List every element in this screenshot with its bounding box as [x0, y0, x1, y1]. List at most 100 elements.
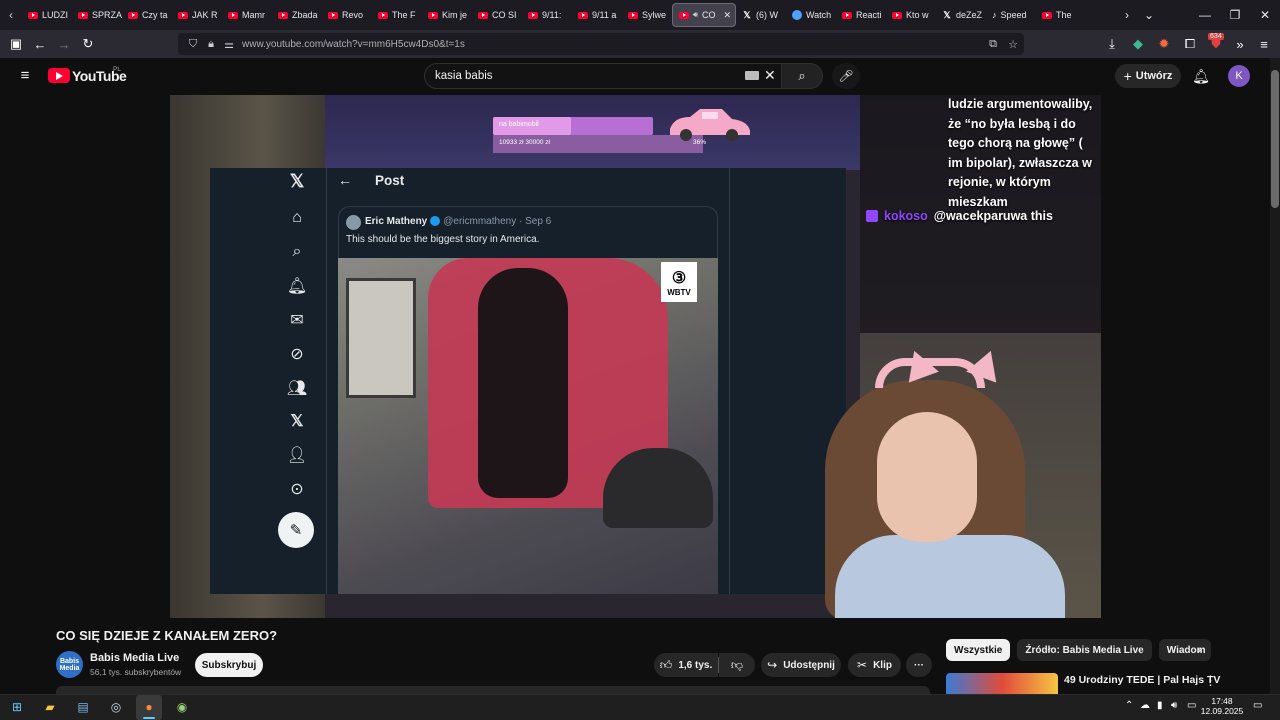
- speaker-icon[interactable]: 🔊︎: [1171, 700, 1177, 711]
- share-button[interactable]: ↪ Udostępnij: [761, 653, 841, 677]
- browser-tab[interactable]: 𝕏 (6) W: [736, 0, 786, 30]
- notification-center-icon[interactable]: ▭: [1253, 700, 1262, 711]
- x-author-name[interactable]: Eric Matheny: [365, 216, 427, 227]
- create-button[interactable]: + Utwórz: [1115, 64, 1181, 88]
- guide-menu-icon[interactable]: ≡: [16, 66, 34, 84]
- browser-tab[interactable]: 9/11 a: [572, 0, 622, 30]
- browser-tab[interactable]: 🔊︎ CO ✕: [672, 3, 736, 27]
- browser-tab[interactable]: Mamr: [222, 0, 272, 30]
- tab-list-button[interactable]: ⌄: [1132, 0, 1166, 30]
- browser-tab[interactable]: JAK R: [172, 0, 222, 30]
- like-button[interactable]: 👍︎ 1,6 tys.: [654, 653, 718, 677]
- minimize-button[interactable]: —: [1188, 0, 1222, 30]
- overflow-menu-icon[interactable]: »: [1228, 32, 1252, 56]
- x-logo-icon[interactable]: 𝕏: [286, 170, 308, 192]
- extensions-puzzle-icon[interactable]: ⧠: [1178, 32, 1202, 56]
- search-box[interactable]: kasia babis ✕: [424, 63, 782, 89]
- more-options-icon[interactable]: ⊙: [286, 478, 308, 500]
- tab-close-icon[interactable]: ✕: [723, 10, 731, 21]
- tab-audio-icon[interactable]: 🔊︎: [693, 10, 698, 20]
- picture-in-picture-icon[interactable]: ⧉: [984, 38, 1002, 51]
- browser-tab[interactable]: Kto w: [886, 0, 936, 30]
- video-player[interactable]: na babimobil 10933 zł 30000 zł 36% 𝕏 ⌂ ⌕…: [170, 95, 1101, 618]
- windows-start-icon[interactable]: ⊞: [7, 697, 27, 717]
- browser-tab[interactable]: Zbada: [272, 0, 322, 30]
- forward-button[interactable]: →: [52, 32, 76, 56]
- filter-chip[interactable]: Źródło: Babis Media Live: [1017, 639, 1152, 661]
- reload-button[interactable]: ↻: [76, 32, 100, 56]
- clip-button[interactable]: ✂ Klip: [848, 653, 901, 677]
- browser-tab[interactable]: LUDZI: [22, 0, 72, 30]
- notifications-icon[interactable]: 🔔︎: [286, 275, 308, 297]
- vpn-extension-icon[interactable]: ◆: [1126, 32, 1150, 56]
- app-menu-icon[interactable]: ≡: [1252, 32, 1276, 56]
- browser-tab[interactable]: Reacti: [836, 0, 886, 30]
- tab-scroll-left-button[interactable]: ‹: [0, 0, 22, 30]
- shield-icon[interactable]: ⛉: [184, 38, 202, 51]
- clear-search-icon[interactable]: ✕: [764, 67, 776, 84]
- browser-tab[interactable]: Watch: [786, 0, 836, 30]
- browser-tab[interactable]: Czy ta: [122, 0, 172, 30]
- onedrive-cloud-icon[interactable]: ☁: [1140, 700, 1150, 711]
- system-clock[interactable]: 17:48 12.09.2025: [1200, 696, 1244, 716]
- channel-avatar[interactable]: Babis Media: [56, 651, 83, 678]
- steam-icon[interactable]: ◎: [106, 697, 126, 717]
- browser-tab[interactable]: CO SI: [472, 0, 522, 30]
- permissions-icon[interactable]: ⚌: [220, 38, 238, 51]
- browser-tab[interactable]: Kim je: [422, 0, 472, 30]
- more-actions-button[interactable]: ···: [906, 653, 932, 677]
- keyboard-icon[interactable]: [745, 71, 759, 80]
- x-author-avatar[interactable]: [346, 215, 361, 230]
- recommended-video-title[interactable]: 49 Urodziny TEDE | Pal Hajs TV: [1064, 674, 1220, 686]
- tray-app-icon[interactable]: ▮: [1157, 700, 1163, 711]
- browser-tab[interactable]: ♪ Speed: [986, 0, 1036, 30]
- filter-chip[interactable]: Wszystkie: [946, 639, 1011, 661]
- search-input[interactable]: kasia babis: [435, 70, 493, 82]
- url-bar[interactable]: ⛉ 🔒︎ ⚌ www.youtube.com/watch?v=mm6H5cw4D…: [178, 33, 1024, 55]
- account-avatar[interactable]: K: [1228, 65, 1250, 87]
- explore-search-icon[interactable]: ⌕: [286, 241, 308, 263]
- grok-icon[interactable]: ⊘: [286, 343, 308, 365]
- url-text[interactable]: www.youtube.com/watch?v=mm6H5cw4Ds0&t=1s: [242, 39, 465, 50]
- downloads-icon[interactable]: ⤓: [1100, 32, 1124, 56]
- lock-icon[interactable]: 🔒︎: [202, 38, 220, 51]
- sidebar-toggle-icon[interactable]: ▣: [4, 32, 28, 56]
- x-tweet-video[interactable]: ③ WBTV: [338, 258, 718, 594]
- browser-tab[interactable]: The F: [372, 0, 422, 30]
- browser-tab[interactable]: Sylwe: [622, 0, 672, 30]
- browser-tab[interactable]: Revo: [322, 0, 372, 30]
- tray-chevron-icon[interactable]: ⌃: [1125, 700, 1133, 711]
- maximize-button[interactable]: ❐: [1218, 0, 1252, 30]
- extension-icon[interactable]: ✹: [1152, 32, 1176, 56]
- communities-icon[interactable]: 👥︎: [286, 377, 308, 399]
- firefox-icon[interactable]: ●: [139, 697, 159, 717]
- notifications-bell-icon[interactable]: 🔔︎: [1191, 66, 1211, 86]
- file-explorer-icon[interactable]: ▰: [40, 697, 60, 717]
- compose-post-button[interactable]: ✎: [278, 512, 314, 548]
- description-box[interactable]: [56, 686, 930, 694]
- back-button[interactable]: ←: [28, 32, 52, 56]
- channel-name[interactable]: Babis Media Live: [90, 652, 179, 664]
- profile-icon[interactable]: 👤︎: [286, 444, 308, 466]
- recommended-video-menu-icon[interactable]: ⋮: [1204, 673, 1217, 689]
- premium-x-icon[interactable]: 𝕏: [286, 410, 308, 432]
- browser-tab[interactable]: 𝕏deZeZ: [936, 0, 986, 30]
- page-scrollbar-thumb[interactable]: [1271, 70, 1279, 208]
- chips-next-arrow-icon[interactable]: ›: [1190, 641, 1208, 659]
- search-button[interactable]: ⌕: [782, 63, 823, 89]
- browser-tab[interactable]: 9/11:: [522, 0, 572, 30]
- browser-tab[interactable]: SPRZA: [72, 0, 122, 30]
- app-icon[interactable]: ◉: [172, 697, 192, 717]
- messages-icon[interactable]: ✉: [286, 309, 308, 331]
- subscribe-button[interactable]: Subskrybuj: [195, 653, 263, 677]
- home-icon[interactable]: ⌂: [286, 207, 308, 229]
- desktop-app-icon[interactable]: ▤: [73, 697, 93, 717]
- network-icon[interactable]: ▭: [1187, 700, 1196, 711]
- browser-tab[interactable]: The: [1036, 0, 1086, 30]
- x-back-arrow-icon[interactable]: ←: [338, 172, 352, 188]
- close-window-button[interactable]: ✕: [1248, 0, 1280, 30]
- bookmark-star-icon[interactable]: ☆: [1004, 38, 1022, 51]
- voice-search-button[interactable]: 🎤︎: [832, 63, 860, 89]
- youtube-logo-icon[interactable]: [48, 68, 70, 83]
- dislike-button[interactable]: 👎︎: [719, 653, 755, 677]
